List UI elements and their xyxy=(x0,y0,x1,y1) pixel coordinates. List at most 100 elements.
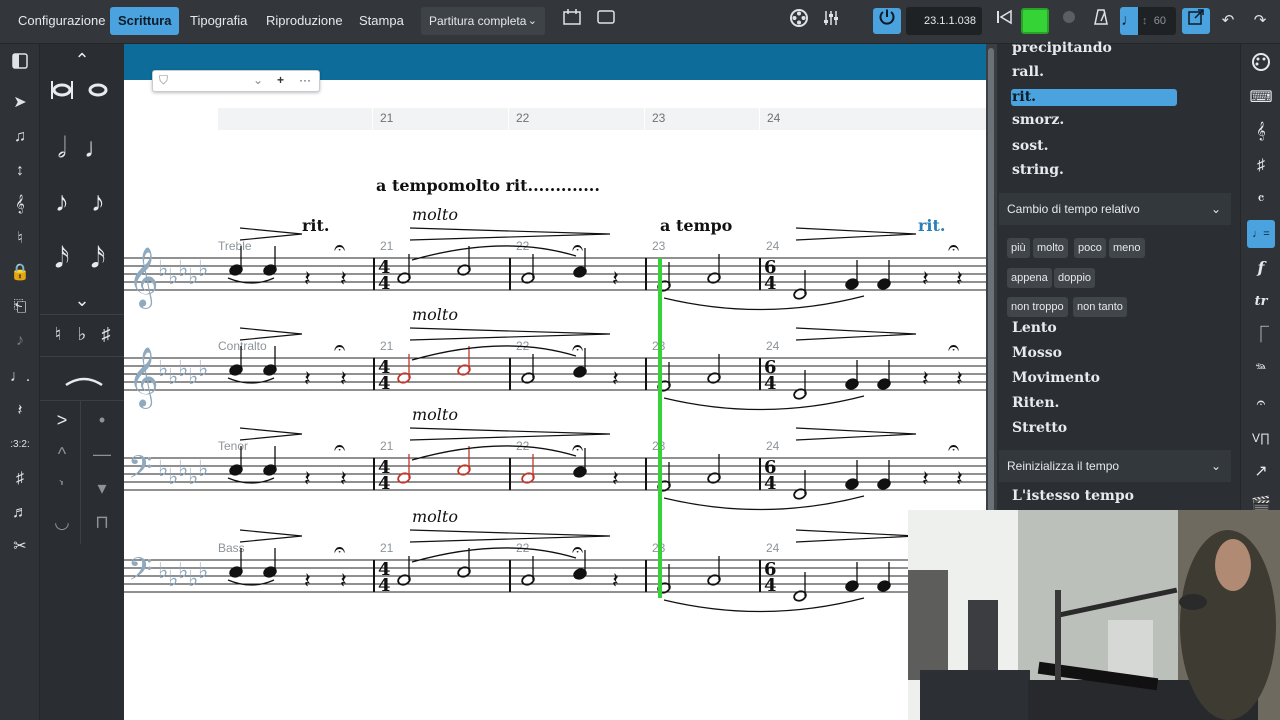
marcato-icon[interactable]: ^ xyxy=(44,438,80,470)
note-input-icon[interactable]: ♫ xyxy=(6,124,34,150)
force-duration-icon[interactable]: ♪ xyxy=(6,328,34,354)
time-signature-bottom[interactable]: 4 xyxy=(764,273,777,294)
layout-select[interactable]: Partitura completa ⌄ xyxy=(421,7,545,35)
sixteenth-note-stem-icon[interactable]: 𝅘𝅥𝅯 xyxy=(80,242,116,274)
mixer-icon[interactable] xyxy=(817,8,845,34)
half-note-icon[interactable]: 𝅗𝅥 xyxy=(44,132,80,164)
score-view[interactable]: ⛉ ⌄ + ··· 21 22 23 24 a tempomolto rit..… xyxy=(124,44,986,720)
rest-icon[interactable]: 𝄽 xyxy=(612,367,619,392)
quarter-note-icon[interactable]: ♩ xyxy=(80,132,116,164)
treble-clef-icon[interactable]: 𝄞 xyxy=(1247,118,1275,146)
rest-icon[interactable]: 𝄽 xyxy=(922,267,929,292)
chevron-up-icon[interactable]: ⌃ xyxy=(64,44,100,76)
tempo-icon[interactable]: ♩= xyxy=(1247,220,1275,248)
fermata-icon[interactable]: 𝄐 xyxy=(948,335,959,359)
tab-riproduzione[interactable]: Riproduzione xyxy=(258,7,351,35)
down-bow-icon[interactable]: ⊓ xyxy=(84,506,120,538)
hairpin[interactable] xyxy=(795,327,917,341)
staccato-icon[interactable]: • xyxy=(84,404,120,436)
tempo-item-sost[interactable]: sost. xyxy=(1012,138,1048,154)
panel-toggle-icon[interactable] xyxy=(6,52,34,78)
eighth-note-icon[interactable]: ♪ xyxy=(44,186,80,218)
pedal-icon[interactable]: 𝆮 xyxy=(1247,356,1275,384)
wedge-icon[interactable]: ▾ xyxy=(84,472,120,504)
tenuto-icon[interactable]: — xyxy=(84,438,120,470)
tempo-item-istesso[interactable]: L'istesso tempo xyxy=(1012,488,1134,504)
redo-icon[interactable]: ↷ xyxy=(1246,8,1274,34)
metronome-icon[interactable] xyxy=(1087,8,1115,34)
rit-text-selected[interactable]: rit. xyxy=(918,216,945,235)
chip-doppio[interactable]: doppio xyxy=(1054,268,1096,288)
time-signature-bottom[interactable]: 4 xyxy=(378,473,391,494)
rest-icon[interactable]: 𝄽 xyxy=(304,569,311,594)
time-signature-bottom[interactable]: 4 xyxy=(378,273,391,294)
tie-icon[interactable] xyxy=(64,364,103,396)
rest-icon[interactable]: 𝄽 xyxy=(340,569,347,594)
a-tempo-text[interactable]: a tempo xyxy=(660,216,733,235)
tempo-item-precipitando[interactable]: precipitando xyxy=(1012,40,1112,56)
rest-icon[interactable]: 𝄽 xyxy=(956,267,963,292)
tempo-item-rall[interactable]: rall. xyxy=(1012,64,1044,80)
accent-icon[interactable]: > xyxy=(44,404,80,436)
rest-icon[interactable]: 𝄽 xyxy=(612,267,619,292)
hairpin[interactable] xyxy=(795,529,917,543)
dotted-note-icon[interactable]: ♩. xyxy=(6,364,34,390)
window-icon[interactable] xyxy=(592,8,620,34)
fermata-icon[interactable]: 𝄐 xyxy=(1247,390,1275,418)
eighth-note-stem-icon[interactable]: ♪ xyxy=(80,186,116,218)
rewind-icon[interactable] xyxy=(990,8,1018,34)
rest-icon[interactable]: 𝄽 xyxy=(612,569,619,594)
tab-stampa[interactable]: Stampa xyxy=(351,7,412,35)
rest-icon[interactable]: 𝄽 xyxy=(304,467,311,492)
select-arrow-icon[interactable]: ➤ xyxy=(6,90,34,116)
chord-icon[interactable]: ♮ xyxy=(6,226,34,252)
hairpin[interactable] xyxy=(795,227,917,241)
rest-icon[interactable]: 𝄽 xyxy=(956,367,963,392)
bow-icon[interactable]: ◡ xyxy=(44,506,80,538)
hairpin[interactable] xyxy=(239,427,303,441)
insert-icon[interactable]: ⎗ xyxy=(6,294,34,320)
tempo-item-string[interactable]: string. xyxy=(1012,162,1064,178)
tempo-item-lento[interactable]: Lento xyxy=(1012,320,1057,336)
external-link-icon[interactable] xyxy=(1182,8,1210,34)
tempo-display[interactable]: ♩ ↕ 60 xyxy=(1120,7,1176,35)
sharp-icon[interactable]: ♯ xyxy=(88,318,124,350)
rest-icon[interactable]: 𝄽 xyxy=(340,267,347,292)
fermata-icon[interactable]: 𝄐 xyxy=(948,235,959,259)
tab-configurazione[interactable]: Configurazione xyxy=(10,7,113,35)
new-layout-icon[interactable] xyxy=(558,8,586,34)
trill-icon[interactable]: tr xyxy=(1247,288,1275,316)
time-signature-bottom[interactable]: 4 xyxy=(764,575,777,596)
slur[interactable] xyxy=(663,597,865,613)
keyboard-icon[interactable]: ⌨ xyxy=(1247,84,1275,112)
chip-appena[interactable]: appena xyxy=(1007,268,1052,288)
fermata-icon[interactable]: 𝄐 xyxy=(948,435,959,459)
tempo-item-mosso[interactable]: Mosso xyxy=(1012,345,1062,361)
slur[interactable] xyxy=(663,495,865,511)
rit-text[interactable]: rit. xyxy=(302,216,329,235)
line-icon[interactable]: ↗ xyxy=(1247,458,1275,486)
fermata-icon[interactable]: 𝄐 xyxy=(334,537,345,561)
tab-scrittura[interactable]: Scrittura xyxy=(110,7,180,35)
rest-icon[interactable]: 𝄽 xyxy=(340,367,347,392)
undo-icon[interactable]: ↶ xyxy=(1214,8,1242,34)
tempo-text-top[interactable]: a tempomolto rit............. xyxy=(376,176,600,195)
fermata-icon[interactable]: 𝄐 xyxy=(334,335,345,359)
power-icon[interactable] xyxy=(873,8,901,34)
staccatissimo-icon[interactable]: ׁ' xyxy=(44,472,80,504)
slur[interactable] xyxy=(663,295,865,311)
time-signature-bottom[interactable]: 4 xyxy=(378,373,391,394)
fermata-icon[interactable]: 𝄐 xyxy=(334,435,345,459)
section-reset-tempo[interactable]: Reinizializza il tempo ⌄ xyxy=(999,450,1231,482)
molto-text[interactable]: molto xyxy=(412,405,458,424)
tempo-item-riten[interactable]: Riten. xyxy=(1012,395,1059,411)
holds-icon[interactable]: V∏ xyxy=(1247,424,1275,452)
chip-poco[interactable]: poco xyxy=(1074,238,1106,258)
sixteenth-note-icon[interactable]: 𝅘𝅥𝅯 xyxy=(44,242,80,274)
key-signature-icon[interactable]: ♯ xyxy=(1247,152,1275,180)
time-signature-bottom[interactable]: 4 xyxy=(764,373,777,394)
molto-text[interactable]: molto xyxy=(412,205,458,224)
accidental-icon[interactable]: ♯ xyxy=(6,466,34,492)
staff-label[interactable]: Tenor xyxy=(218,439,248,453)
scissors-icon[interactable]: ✂ xyxy=(6,534,34,560)
